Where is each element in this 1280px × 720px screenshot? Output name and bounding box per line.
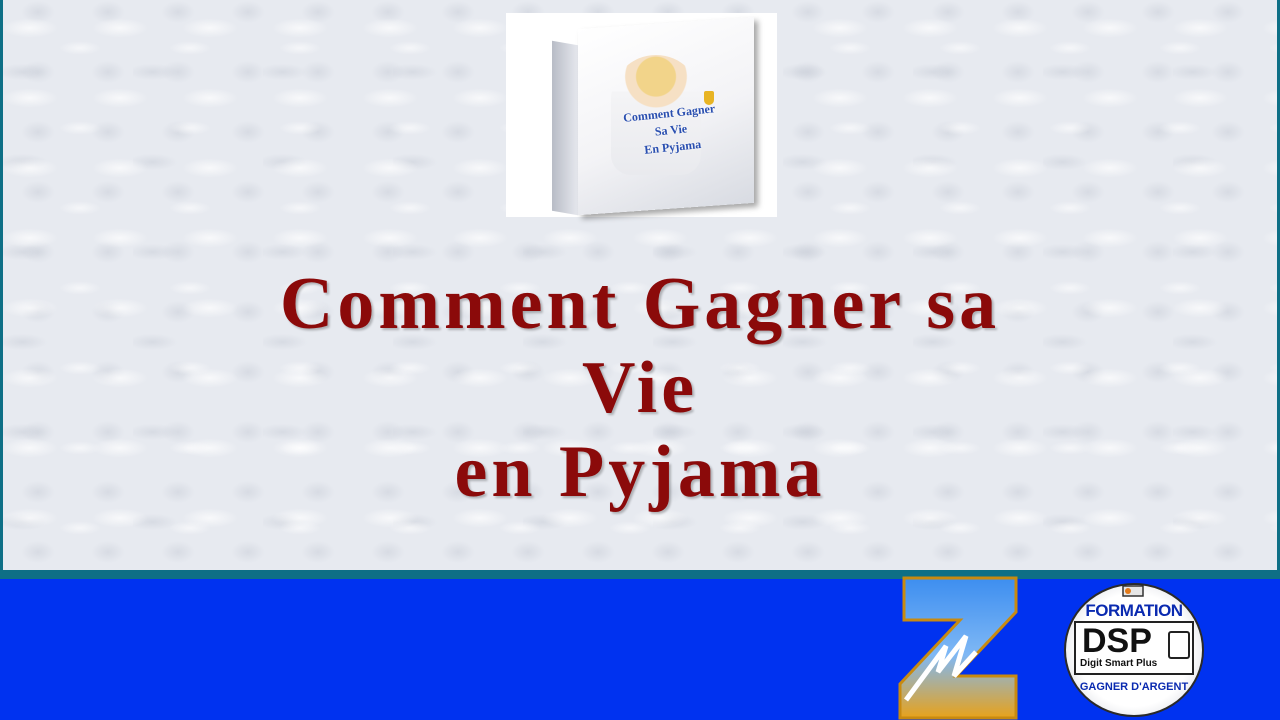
divider-strip: [0, 570, 1280, 579]
book-spine: [552, 40, 578, 216]
monitor-icon: [1122, 585, 1144, 597]
badge-formation-text: FORMATION: [1085, 601, 1183, 620]
badge-bottom-text: GAGNER D'ARGENT: [1079, 681, 1189, 693]
ebook-cover-image: Comment Gagner Sa Vie En Pyjama: [506, 13, 777, 217]
slide-content: Comment Gagner Sa Vie En Pyjama Comment …: [0, 0, 1280, 570]
z-logo-icon: [898, 576, 1018, 720]
headline-line-3: en Pyjama: [454, 431, 826, 513]
headline-line-1: Comment Gagner sa: [279, 263, 1001, 345]
badge-subtitle: Digit Smart Plus: [1080, 658, 1158, 669]
badge-dsp-letters: DSP: [1082, 622, 1152, 660]
smartphone-icon: [1168, 631, 1190, 659]
dsp-formation-badge: FORMATION DSP Digit Smart Plus GAGNER D'…: [1064, 583, 1204, 717]
headline-title: Comment Gagner sa Vie en Pyjama: [3, 262, 1277, 514]
badge-dsp-mark: DSP Digit Smart Plus: [1074, 621, 1194, 675]
headline-line-2: Vie: [581, 347, 699, 429]
